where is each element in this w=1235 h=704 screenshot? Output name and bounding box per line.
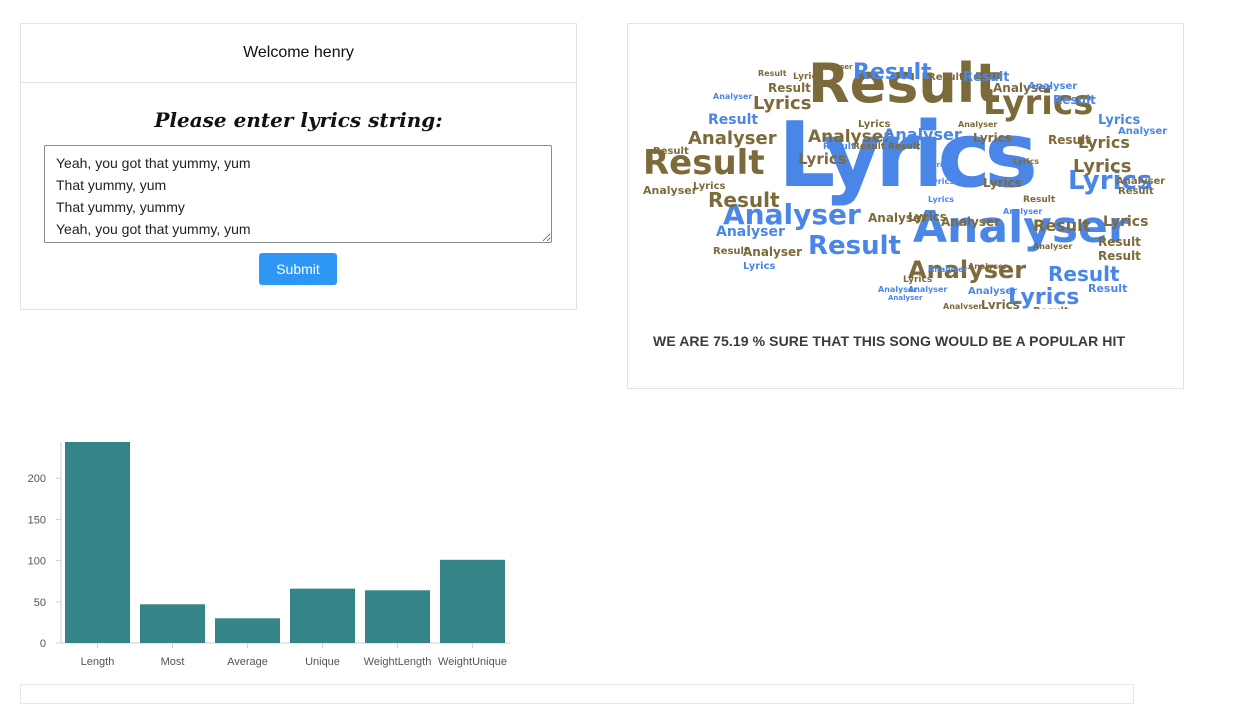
word-cloud-word: Result <box>853 142 886 152</box>
bottom-card <box>20 684 1134 704</box>
word-cloud-word: Result <box>1023 195 1056 205</box>
y-tick-label: 50 <box>34 597 46 609</box>
x-tick-label: Average <box>227 656 268 668</box>
word-cloud-word: Lyrics <box>928 177 954 186</box>
word-cloud-word: Result <box>768 81 811 95</box>
word-cloud-word: Lyrics <box>1098 113 1140 128</box>
word-cloud-word: Result <box>1088 282 1127 295</box>
x-tick-label: WeightLength <box>364 656 432 668</box>
word-cloud-word: Analyser <box>688 128 777 149</box>
word-cloud-word: Analyser <box>713 92 752 101</box>
word-cloud-word: Lyrics <box>903 275 932 285</box>
word-cloud-word: Analyser <box>888 294 923 302</box>
word-cloud-word: Result <box>808 231 901 261</box>
word-cloud-word: Analyser <box>818 63 853 71</box>
word-cloud-word: Analyser <box>968 262 1007 271</box>
lyrics-input-card: Welcome henry Please enter lyrics string… <box>20 23 577 310</box>
bar-unique[interactable] <box>290 588 355 643</box>
word-cloud-word: Lyrics <box>983 176 1022 190</box>
word-cloud-word: Lyrics <box>928 195 954 204</box>
word-cloud-word: Analyser <box>643 184 698 197</box>
word-cloud-word: Result <box>1033 306 1069 309</box>
word-cloud-word: Lyrics <box>1073 156 1131 177</box>
word-cloud-word: Result <box>1053 93 1096 107</box>
word-cloud-word: Lyrics <box>753 93 811 114</box>
word-cloud-word: Result <box>758 69 787 78</box>
word-cloud-word: Result <box>708 112 758 128</box>
lyrics-textarea[interactable] <box>44 145 552 243</box>
feature-bar-chart: 0 50 100 150 200 Length Most Average Unique Weigh… <box>28 442 510 668</box>
word-cloud-word: Result <box>888 142 921 152</box>
word-cloud-word: Lyrics <box>973 131 1012 145</box>
word-cloud-word: Analyser <box>743 245 802 259</box>
bar-average[interactable] <box>215 618 280 643</box>
word-cloud-word: Lyrics <box>928 161 951 169</box>
submit-button[interactable]: Submit <box>259 253 337 285</box>
y-tick-label: 100 <box>28 556 46 568</box>
word-cloud-word: Lyrics <box>743 261 775 272</box>
y-tick-label: 0 <box>40 638 46 650</box>
bar-weightlength[interactable] <box>365 590 430 643</box>
y-tick-label: 200 <box>28 473 46 485</box>
word-cloud-word: Lyrics <box>858 119 890 130</box>
word-cloud-word: Analyser <box>1028 81 1077 92</box>
word-cloud-word: Analyser <box>943 302 982 309</box>
word-cloud-word: Lyrics <box>693 181 725 192</box>
bar-length[interactable] <box>65 442 130 643</box>
word-cloud-word: Analyser <box>1003 207 1042 216</box>
x-tick-label: Length <box>81 656 115 668</box>
word-cloud-word: Lyrics <box>1013 157 1039 166</box>
word-cloud-word: Lyrics <box>1103 214 1148 230</box>
result-card: Lyrics Result Analyser Lyrics Result Analyser… <box>627 23 1184 389</box>
prediction-text: WE ARE 75.19 % SURE THAT THIS SONG WOULD… <box>653 333 1126 349</box>
word-cloud-word: Lyrics <box>981 298 1020 309</box>
word-cloud-word: Result <box>1098 235 1141 249</box>
x-tick-label: Unique <box>305 656 340 668</box>
x-tick-label: Most <box>161 656 185 668</box>
word-cloud-word: Lyrics <box>798 150 847 168</box>
y-tick-label: 150 <box>28 514 46 526</box>
word-cloud-word: Analyser <box>968 286 1017 297</box>
bar-most[interactable] <box>140 604 205 643</box>
word-cloud-word: Result <box>1033 216 1091 235</box>
word-cloud-word: Result <box>1098 249 1141 263</box>
word-cloud-word: Result <box>1118 186 1154 197</box>
x-tick-label: WeightUnique <box>438 656 507 668</box>
word-cloud-word: Analyser <box>908 285 947 294</box>
word-cloud-word: Analyser <box>958 120 997 129</box>
word-cloud-word: Result <box>823 142 856 152</box>
word-cloud-word: Lyrics <box>793 72 822 82</box>
word-cloud-word: Analyser <box>1033 242 1072 251</box>
word-cloud-word: Result <box>853 60 932 85</box>
card-header: Welcome henry <box>21 24 576 83</box>
word-cloud-word: Result <box>928 72 964 83</box>
word-cloud-image: LyricsResultAnalyserLyricsResultAnalyser… <box>643 52 1167 309</box>
word-cloud-word: Analyser <box>928 265 967 274</box>
word-cloud-word: Analyser <box>941 215 1000 229</box>
word-cloud-word: Result <box>713 246 749 257</box>
lyrics-prompt-heading: Please enter lyrics string: <box>154 108 443 132</box>
bar-weightunique[interactable] <box>440 559 505 643</box>
word-cloud-word: Result <box>1048 133 1091 147</box>
welcome-text: Welcome henry <box>243 44 354 61</box>
word-cloud-word: Analyser <box>716 224 785 240</box>
word-cloud-word: Result <box>653 146 689 157</box>
word-cloud-word: Analyser <box>868 211 927 225</box>
